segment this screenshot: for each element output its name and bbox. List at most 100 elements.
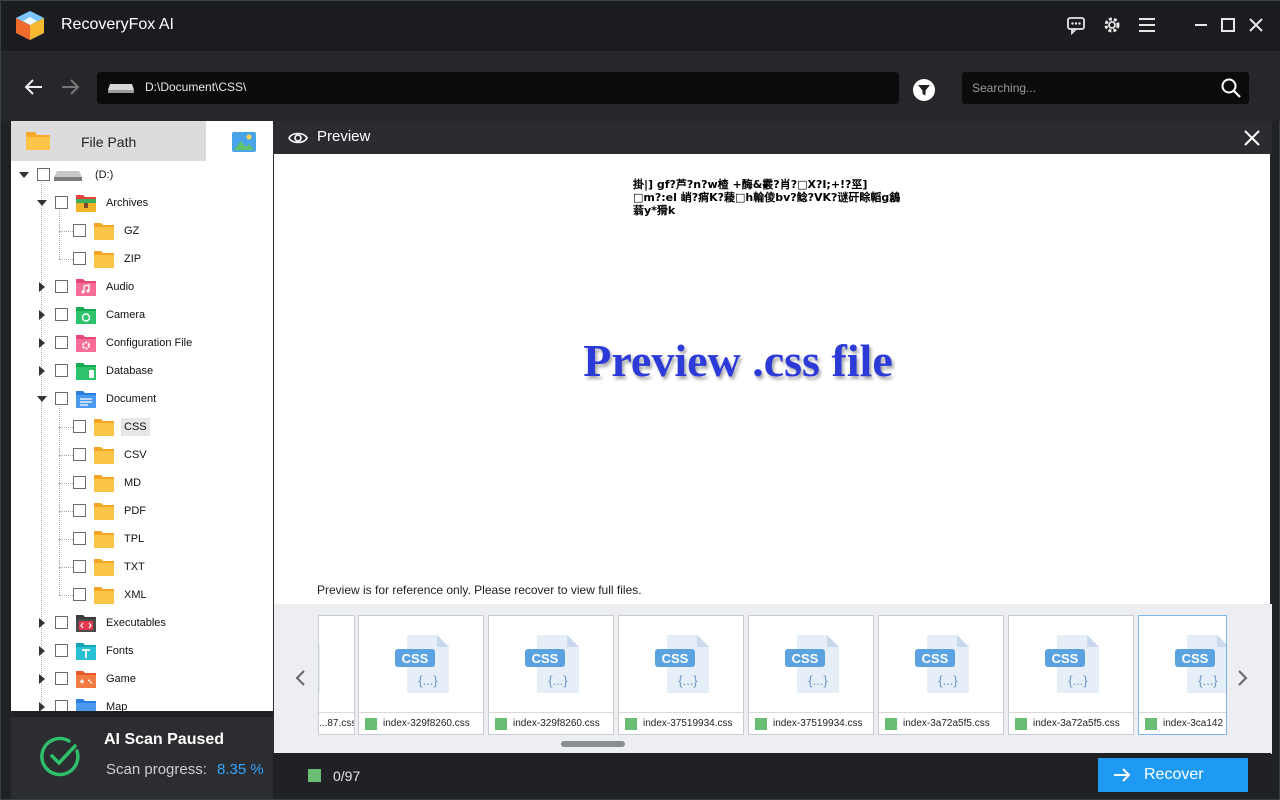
preview-title: Preview	[317, 128, 371, 145]
thumbnail-item[interactable]: CSS {...} index-37519934.css	[618, 615, 744, 735]
checkbox[interactable]	[55, 336, 68, 349]
tree-row-fonts[interactable]: Fonts	[11, 637, 273, 665]
checkbox[interactable]	[55, 308, 68, 321]
executables-folder-icon	[76, 615, 96, 632]
tree-row-map[interactable]: Map	[11, 693, 273, 711]
checkbox[interactable]	[55, 644, 68, 657]
select-all-checkbox[interactable]	[308, 769, 321, 782]
minimize-icon[interactable]	[1187, 11, 1215, 39]
thumbnail-item[interactable]: CSS{...} ...87.css	[318, 615, 355, 735]
thumbnail-item[interactable]: CSS {...} index-3a72a5f5.css	[1008, 615, 1134, 735]
thumbnail-checkbox[interactable]	[755, 717, 767, 730]
tree-row-database[interactable]: Database	[11, 357, 273, 385]
checkbox[interactable]	[73, 504, 86, 517]
checkbox[interactable]	[73, 448, 86, 461]
tab-file-type[interactable]	[216, 121, 273, 161]
checkbox[interactable]	[73, 560, 86, 573]
settings-gear-icon[interactable]	[1098, 11, 1126, 39]
checkbox[interactable]	[55, 392, 68, 405]
css-icon-braces: {...}	[678, 673, 698, 688]
thumbnail-checkbox[interactable]	[495, 717, 507, 730]
thumbnail-filename: index-37519934.css	[643, 718, 733, 729]
thumbnail-checkbox[interactable]	[1015, 717, 1027, 730]
checkbox[interactable]	[37, 168, 50, 181]
checkbox[interactable]	[73, 252, 86, 265]
search-input[interactable]	[972, 79, 1212, 97]
thumbnail-filename-bar: index-3a72a5f5.css	[879, 712, 1003, 734]
folder-icon	[94, 447, 114, 464]
expand-arrow-icon[interactable]	[19, 170, 29, 180]
checkbox[interactable]	[73, 532, 86, 545]
scan-status-panel: AI Scan Paused Scan progress: 8.35 %	[11, 717, 273, 799]
checkbox[interactable]	[55, 616, 68, 629]
collapse-arrow-icon[interactable]	[37, 310, 47, 320]
horizontal-scrollbar[interactable]	[561, 741, 625, 747]
collapse-arrow-icon[interactable]	[37, 674, 47, 684]
tree-label: MD	[124, 477, 142, 489]
back-arrow-icon[interactable]	[21, 74, 47, 100]
thumbnail-item[interactable]: CSS {...} index-329f8260.css	[488, 615, 614, 735]
filter-icon[interactable]	[911, 77, 937, 103]
collapse-arrow-icon[interactable]	[37, 338, 47, 348]
folder-icon	[94, 419, 114, 436]
path-bar[interactable]: D:\Document\CSS\	[97, 72, 899, 104]
expand-arrow-icon[interactable]	[37, 198, 47, 208]
tree-row-css[interactable]: CSS	[11, 413, 273, 441]
thumbnail-checkbox[interactable]	[625, 717, 637, 730]
checkbox[interactable]	[73, 224, 86, 237]
collapse-arrow-icon[interactable]	[37, 366, 47, 376]
checkbox[interactable]	[73, 420, 86, 433]
recover-button[interactable]: Recover	[1098, 758, 1248, 792]
checkbox[interactable]	[55, 700, 68, 711]
expand-arrow-icon[interactable]	[37, 394, 47, 404]
checkbox[interactable]	[73, 476, 86, 489]
feedback-icon[interactable]	[1062, 11, 1090, 39]
thumbnail-checkbox[interactable]	[365, 717, 377, 730]
checkbox[interactable]	[73, 588, 86, 601]
tab-file-path[interactable]: File Path	[11, 121, 206, 161]
tree-row-drive[interactable]: (D:)	[11, 161, 273, 189]
next-arrow-icon[interactable]	[1232, 666, 1252, 690]
tree-row-audio[interactable]: Audio	[11, 273, 273, 301]
tree-row-tpl[interactable]: TPL	[11, 525, 273, 553]
checkbox[interactable]	[55, 280, 68, 293]
thumbnail-checkbox[interactable]	[885, 717, 897, 730]
previous-arrow-icon[interactable]	[291, 666, 311, 690]
close-window-icon[interactable]	[1242, 11, 1270, 39]
checkbox[interactable]	[55, 364, 68, 377]
thumbnail-item[interactable]: CSS {...} index-3a72a5f5.css	[878, 615, 1004, 735]
tree-row-camera[interactable]: Camera	[11, 301, 273, 329]
tree-row-pdf[interactable]: PDF	[11, 497, 273, 525]
css-icon-braces: {...}	[938, 673, 958, 688]
menu-icon[interactable]	[1133, 11, 1161, 39]
maximize-icon[interactable]	[1214, 11, 1242, 39]
tree-row-txt[interactable]: TXT	[11, 553, 273, 581]
collapse-arrow-icon[interactable]	[37, 618, 47, 628]
folder-icon	[26, 132, 50, 150]
tree-row-csv[interactable]: CSV	[11, 441, 273, 469]
thumbnail-checkbox[interactable]	[1145, 717, 1157, 730]
thumbnail-item[interactable]: CSS {...} index-37519934.css	[748, 615, 874, 735]
search-icon[interactable]	[1220, 77, 1242, 99]
collapse-arrow-icon[interactable]	[37, 282, 47, 292]
close-preview-icon[interactable]	[1242, 128, 1262, 148]
tree-row-xml[interactable]: XML	[11, 581, 273, 609]
tree-row-game[interactable]: Game	[11, 665, 273, 693]
tree-row-executables[interactable]: Executables	[11, 609, 273, 637]
thumbnail-item[interactable]: CSS {...} index-3ca142	[1138, 615, 1227, 735]
tree-row-configuration-file[interactable]: Configuration File	[11, 329, 273, 357]
collapse-arrow-icon[interactable]	[37, 702, 47, 711]
tree-row-document[interactable]: Document	[11, 385, 273, 413]
thumbnail-filename: index-37519934.css	[773, 718, 863, 729]
tree-row-md[interactable]: MD	[11, 469, 273, 497]
collapse-arrow-icon[interactable]	[37, 646, 47, 656]
tree-row-gz[interactable]: GZ	[11, 217, 273, 245]
checkbox[interactable]	[55, 672, 68, 685]
forward-arrow-icon[interactable]	[57, 74, 83, 100]
tree-row-zip[interactable]: ZIP	[11, 245, 273, 273]
tree-row-archives[interactable]: Archives	[11, 189, 273, 217]
thumbnail-item[interactable]: CSS {...} index-329f8260.css	[358, 615, 484, 735]
tree-label: Camera	[106, 309, 146, 321]
checkbox[interactable]	[55, 196, 68, 209]
app-title: RecoveryFox AI	[61, 16, 174, 33]
